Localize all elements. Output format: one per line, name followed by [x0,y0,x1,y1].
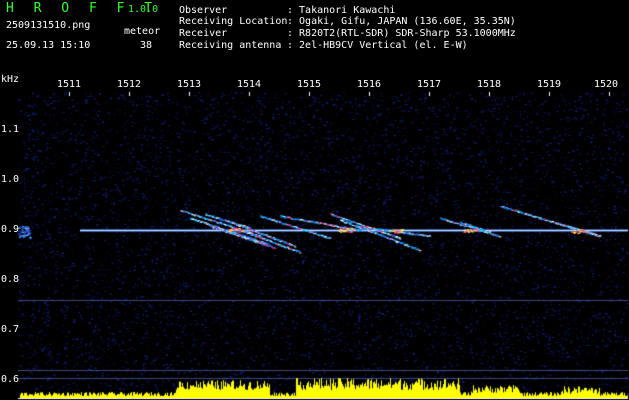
receiver-label: Receiver [179,28,228,39]
meteor-label: meteor [124,26,161,37]
time-tick: 1517 [416,79,442,90]
frequency-tick: 0.6 [1,374,20,385]
time-tick: 1516 [356,79,382,90]
antenna-value: : 2el-HB9CV Vertical (el. E-W) [287,40,468,51]
timestamp: 25.09.13 15:10 [6,40,91,51]
location-value: : Ogaki, Gifu, JAPAN (136.60E, 35.35N) [287,16,516,27]
observer-label: Observer [179,5,228,16]
receiver-value: : R820T2(RTL-SDR) SDR-Sharp 53.1000MHz [287,28,516,39]
frequency-tick: 0.8 [1,274,20,285]
observer-value: : Takanori Kawachi [287,5,396,16]
frequency-tick: 1.0 [1,174,20,185]
time-tick: 1518 [476,79,502,90]
frequency-tick: 1.1 [1,124,20,135]
frequency-tick: 0.7 [1,324,20,335]
location-label: Receiving Location [179,16,288,27]
meteor-count: 38 [140,40,153,51]
app-version: 1.0.0 [128,4,159,15]
hrofft-window: H R O F F T 1.0.0 2509131510.png meteor … [0,0,629,400]
time-tick: 1515 [296,79,322,90]
antenna-label: Receiving antenna [179,40,282,51]
frequency-unit-label: kHz [1,74,20,85]
spectrogram-plot [0,0,629,400]
time-tick: 1511 [56,79,82,90]
file-name: 2509131510.png [6,20,91,31]
time-tick: 1520 [593,79,619,90]
time-tick: 1519 [536,79,562,90]
time-tick: 1513 [176,79,202,90]
frequency-tick: 0.9 [1,224,20,235]
time-tick: 1512 [116,79,142,90]
time-tick: 1514 [236,79,262,90]
